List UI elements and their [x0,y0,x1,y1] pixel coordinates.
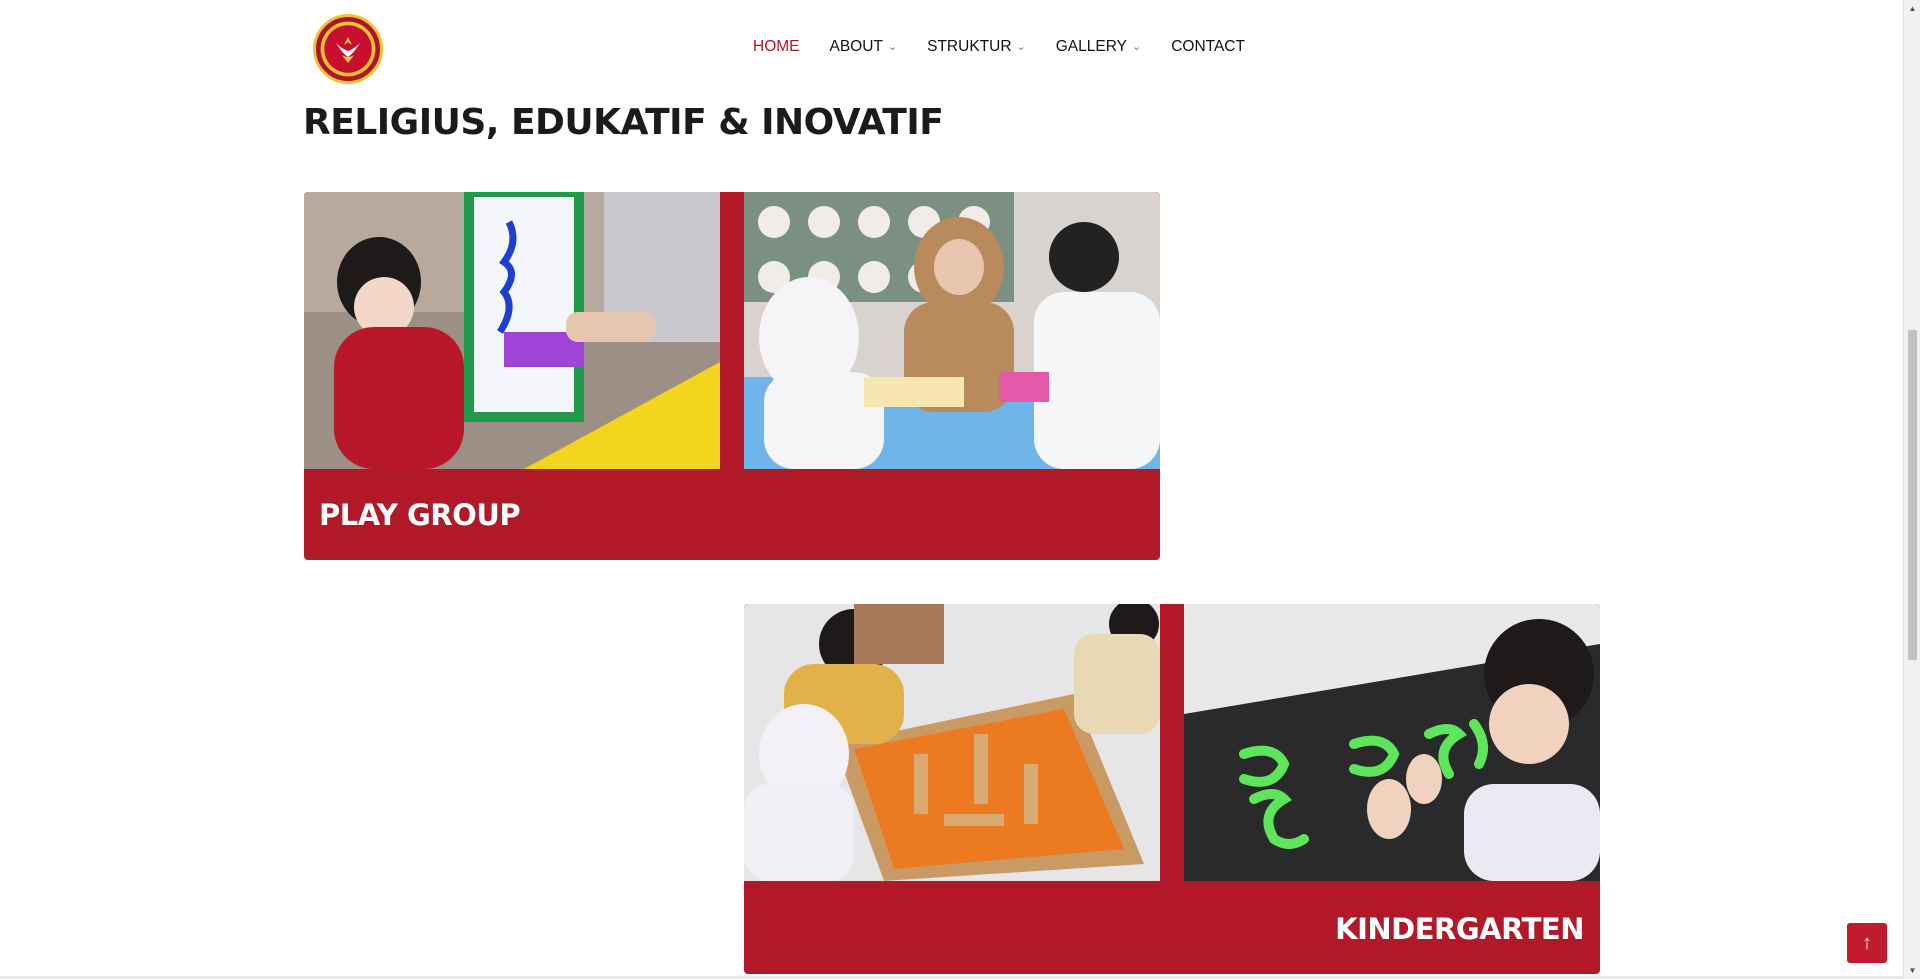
kindergarten-title: KINDERGARTEN [1335,912,1584,946]
kindergarten-card[interactable]: KINDERGARTEN [744,604,1600,974]
scroll-down-arrow-icon[interactable]: ▼ [1904,962,1920,979]
nav-home[interactable]: HOME [753,38,800,56]
back-to-top-button[interactable]: ↑ [1847,923,1887,963]
nav-contact-label: CONTACT [1171,38,1245,55]
nav-struktur-label: STRUKTUR [927,38,1012,55]
nav-contact[interactable]: CONTACT [1171,38,1245,56]
school-logo[interactable] [313,14,383,84]
scroll-up-arrow-icon[interactable]: ▲ [1904,0,1920,17]
nav-gallery-label: GALLERY [1055,38,1127,55]
kindergarten-photos [744,604,1600,881]
nav-about-label: ABOUT [829,38,883,55]
page-scrollbar[interactable]: ▲ ▼ [1903,0,1920,979]
chevron-down-icon: ⌄ [1016,40,1026,53]
main-nav: HOME ABOUT ⌄ STRUKTUR ⌄ GALLERY ⌄ CONTAC… [753,38,1275,56]
play-group-title: PLAY GROUP [319,498,521,532]
child-arabic-letters-photo [1184,604,1600,881]
children-toy-town-photo [744,604,1160,881]
nav-about[interactable]: ABOUT ⌄ [830,38,898,56]
play-group-card[interactable]: PLAY GROUP [304,192,1160,560]
nav-struktur[interactable]: STRUKTUR ⌄ [927,38,1026,56]
chevron-down-icon: ⌄ [887,40,898,53]
scroll-thumb[interactable] [1908,330,1917,660]
teacher-with-children-photo [744,192,1160,469]
site-header: HOME ABOUT ⌄ STRUKTUR ⌄ GALLERY ⌄ CONTAC… [0,0,1903,98]
child-painting-easel-photo [304,192,720,469]
chevron-down-icon: ⌄ [1131,40,1142,53]
play-group-photos [304,192,1160,469]
nav-gallery[interactable]: GALLERY ⌄ [1056,38,1141,56]
nav-home-label: HOME [753,38,800,55]
arrow-up-icon: ↑ [1862,931,1872,954]
section-heading: RELIGIUS, EDUKATIF & INOVATIF [303,102,944,143]
